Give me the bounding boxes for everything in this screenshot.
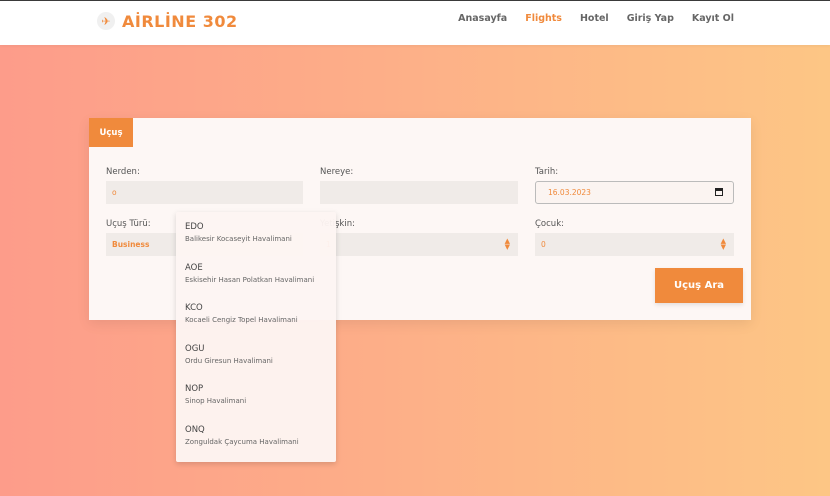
nav-giris-yap[interactable]: Giriş Yap (627, 13, 674, 24)
nav-hotel[interactable]: Hotel (580, 13, 609, 24)
list-item[interactable]: AOE Eskisehir Hasan Polatkan Havalimani (176, 263, 336, 304)
ucus-turu-value: Business (112, 240, 150, 249)
list-item[interactable]: ONQ Zonguldak Çaycuma Havalimani (176, 425, 336, 466)
airport-name: Balikesir Kocaseyit Havalimani (185, 235, 292, 243)
chevron-updown-icon: ▲ ▼ (504, 237, 510, 251)
airport-code: ONQ (185, 424, 205, 435)
tarih-label: Tarih: (535, 167, 559, 177)
main-nav: Anasayfa Flights Hotel Giriş Yap Kayıt O… (458, 13, 734, 24)
tarih-value: 16.03.2023 (548, 188, 591, 197)
nereye-input[interactable] (320, 181, 518, 204)
nav-anasayfa[interactable]: Anasayfa (458, 13, 507, 24)
airport-name: Sinop Havalimani (185, 397, 247, 405)
tarih-date-input[interactable]: 16.03.2023 (535, 181, 734, 204)
yetiskin-select[interactable]: 1 ▲▼ (320, 233, 518, 256)
airport-code: NOP (185, 384, 204, 394)
airport-autocomplete-list: EDO Balikesir Kocaseyit Havalimani AOE E… (176, 212, 336, 462)
chevron-updown-icon: ▲ ▼ (720, 237, 726, 251)
airport-code: EDO (185, 222, 204, 232)
airport-code: AOE (185, 262, 203, 273)
airport-code: KCO (185, 303, 203, 313)
list-item[interactable]: NOP Sinop Havalimani (176, 384, 336, 425)
calendar-icon[interactable] (715, 188, 723, 196)
airport-code: OGU (185, 343, 205, 354)
ucus-turu-label: Uçuş Türü: (106, 219, 151, 229)
nerden-value: o (112, 188, 117, 197)
nerden-input[interactable]: o (106, 181, 303, 204)
nav-kayit-ol[interactable]: Kayıt Ol (692, 13, 734, 24)
ucus-ara-button[interactable]: Uçuş Ara (655, 268, 743, 303)
cocuk-select[interactable]: 0 ▲ ▼ (535, 233, 734, 256)
airport-name: Kocaeli Cengiz Topel Havalimani (185, 316, 298, 324)
airport-name: Ordu Giresun Havalimani (185, 356, 273, 365)
top-navbar: ✈ AİRLİNE 302 Anasayfa Flights Hotel Gir… (0, 0, 830, 45)
nereye-label: Nereye: (320, 167, 354, 177)
list-item[interactable]: EDO Balikesir Kocaseyit Havalimani (176, 222, 336, 263)
nav-flights[interactable]: Flights (525, 13, 562, 24)
brand-logo[interactable]: ✈ AİRLİNE 302 (97, 10, 238, 32)
cocuk-value: 0 (541, 240, 546, 249)
nerden-label: Nerden: (106, 167, 140, 177)
cocuk-label: Çocuk: (535, 219, 564, 229)
tab-ucus[interactable]: Uçuş (89, 118, 133, 147)
airplane-icon: ✈ (97, 12, 115, 30)
list-item[interactable]: KCO Kocaeli Cengiz Topel Havalimani (176, 303, 336, 344)
list-item[interactable]: OGU Ordu Giresun Havalimani (176, 344, 336, 385)
airport-name: Zonguldak Çaycuma Havalimani (185, 437, 299, 446)
brand-name: AİRLİNE 302 (122, 11, 238, 31)
airport-name: Eskisehir Hasan Polatkan Havalimani (185, 275, 315, 284)
